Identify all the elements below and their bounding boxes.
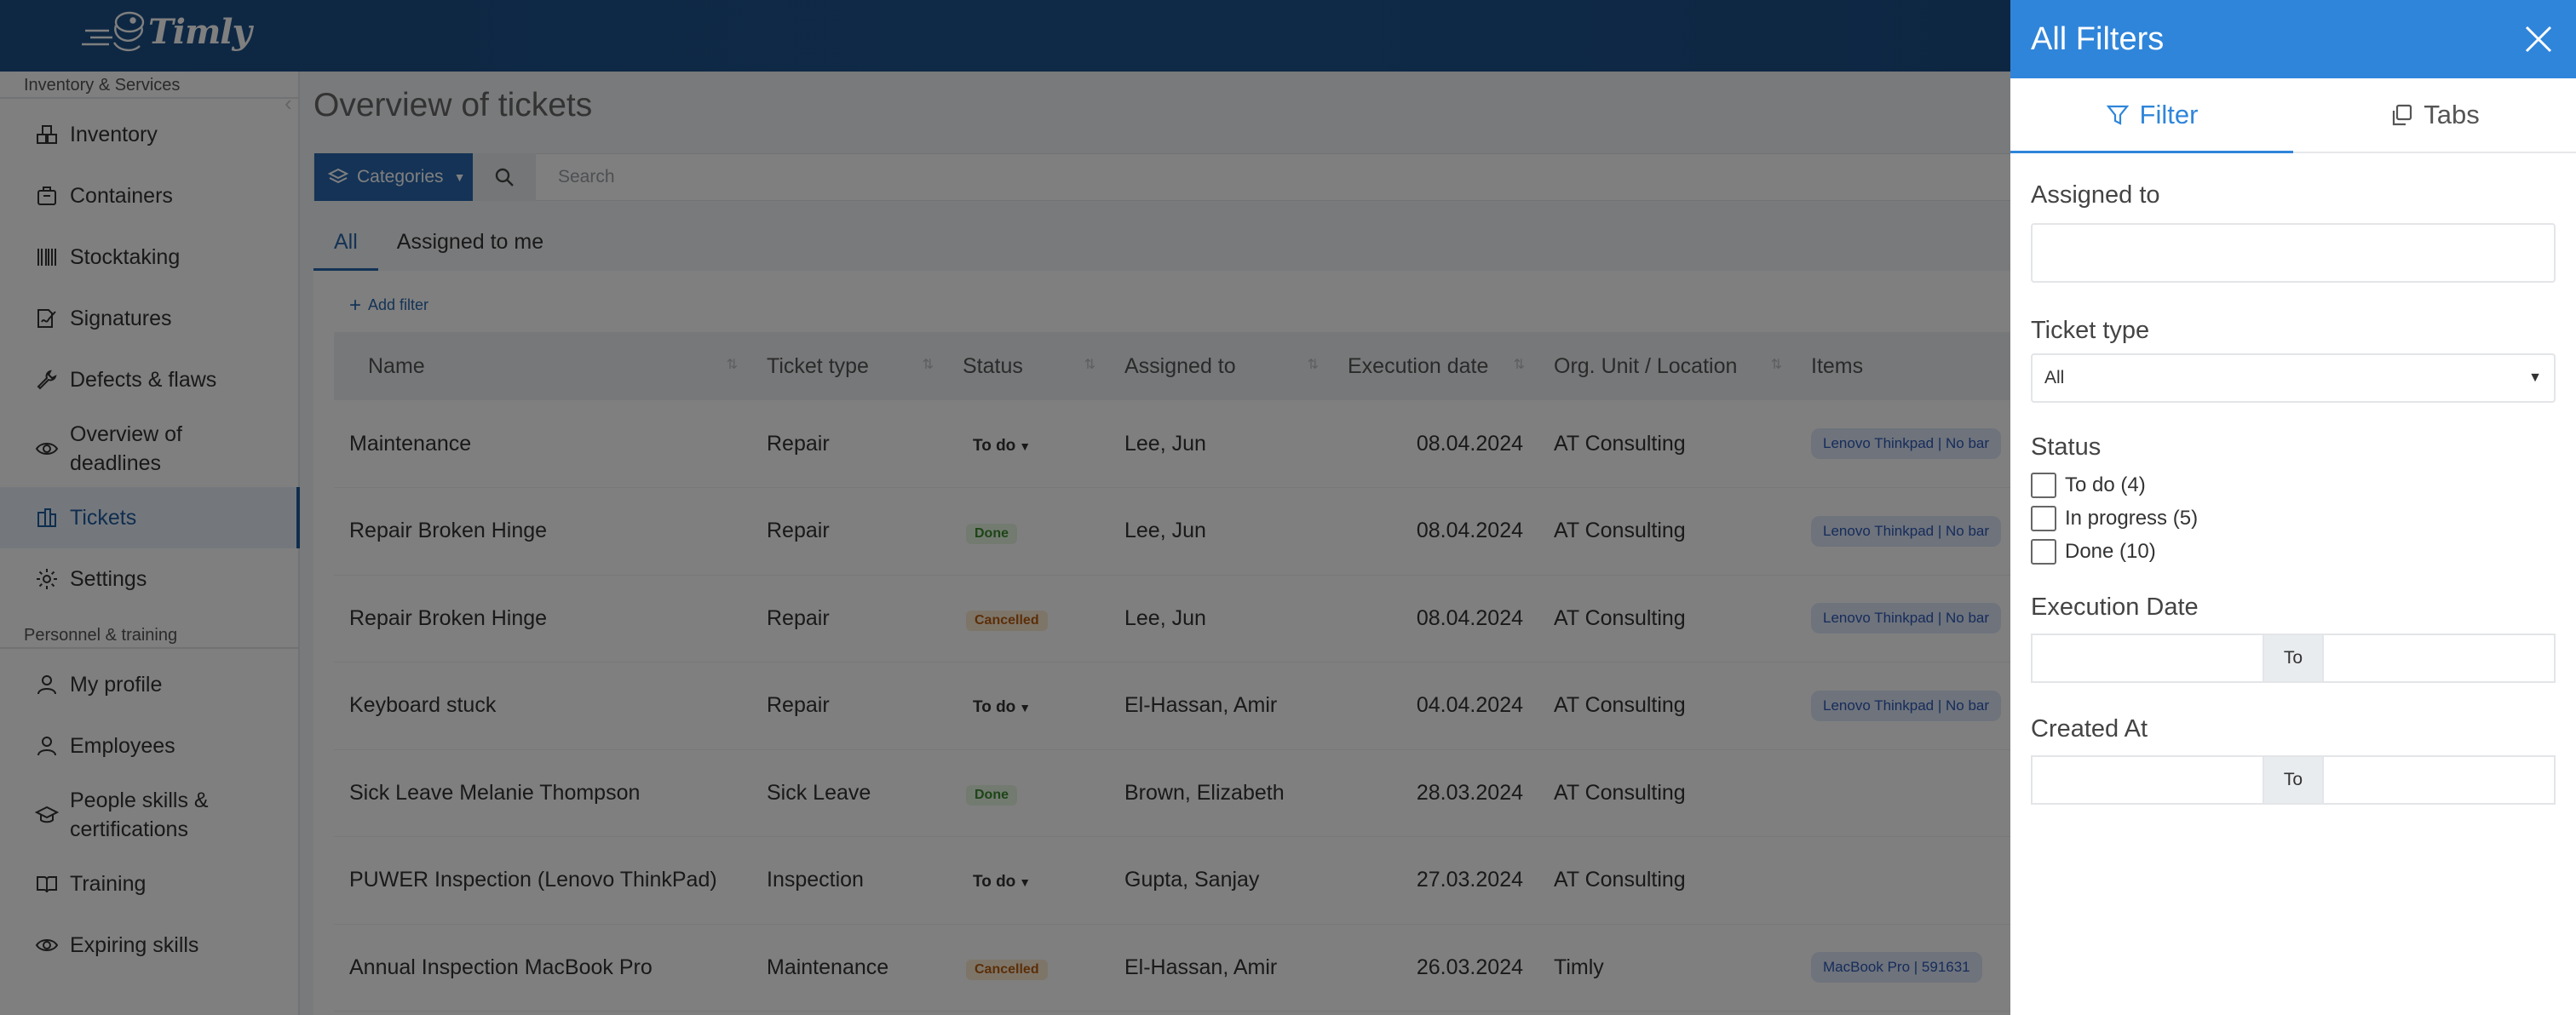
tab-filter[interactable]: Filter xyxy=(2010,78,2293,153)
status-option-label: In progress (5) xyxy=(2065,506,2199,530)
created-at-label: Created At xyxy=(2031,715,2148,743)
assigned-to-input[interactable] xyxy=(2031,223,2556,283)
created-at-range: To xyxy=(2031,755,2556,805)
created-at-from-input[interactable] xyxy=(2033,757,2263,803)
modal-backdrop[interactable] xyxy=(0,0,2010,1015)
caret-down-icon: ▼ xyxy=(2528,370,2542,385)
drawer-title: All Filters xyxy=(2031,20,2165,57)
filters-drawer: All Filters Filter Tabs Assigned to Tick… xyxy=(2010,0,2576,1015)
drawer-tabs: Filter Tabs xyxy=(2010,78,2576,153)
close-button[interactable] xyxy=(2520,20,2557,58)
execution-date-from-input[interactable] xyxy=(2033,635,2263,681)
close-icon xyxy=(2525,26,2552,53)
filter-icon xyxy=(2106,105,2129,125)
status-option-label: To do (4) xyxy=(2065,473,2146,496)
tab-tabs-label: Tabs xyxy=(2424,100,2480,129)
ticket-type-label: Ticket type xyxy=(2031,317,2150,344)
tab-filter-label: Filter xyxy=(2139,100,2199,129)
execution-date-range: To xyxy=(2031,634,2556,683)
checkbox[interactable] xyxy=(2031,472,2056,498)
status-option-in-progress[interactable]: In progress (5) xyxy=(2031,502,2556,535)
checkbox[interactable] xyxy=(2031,538,2056,565)
execution-date-label: Execution Date xyxy=(2031,594,2199,621)
status-option-label: Done (10) xyxy=(2065,539,2156,563)
status-option-todo[interactable]: To do (4) xyxy=(2031,468,2556,502)
status-label: Status xyxy=(2031,433,2102,461)
range-to-label: To xyxy=(2263,635,2324,681)
execution-date-to-input[interactable] xyxy=(2324,635,2554,681)
created-at-to-input[interactable] xyxy=(2324,757,2554,803)
drawer-body: Assigned to Ticket type All ▼ Status To … xyxy=(2010,153,2576,805)
tab-tabs[interactable]: Tabs xyxy=(2293,78,2576,152)
range-to-label: To xyxy=(2263,757,2324,803)
status-option-done[interactable]: Done (10) xyxy=(2031,535,2556,568)
ticket-type-value: All xyxy=(2044,368,2065,387)
copy-icon xyxy=(2393,104,2412,126)
ticket-type-select[interactable]: All ▼ xyxy=(2031,353,2556,403)
assigned-to-label: Assigned to xyxy=(2031,181,2160,209)
checkbox[interactable] xyxy=(2031,505,2056,531)
drawer-header: All Filters xyxy=(2010,0,2576,78)
